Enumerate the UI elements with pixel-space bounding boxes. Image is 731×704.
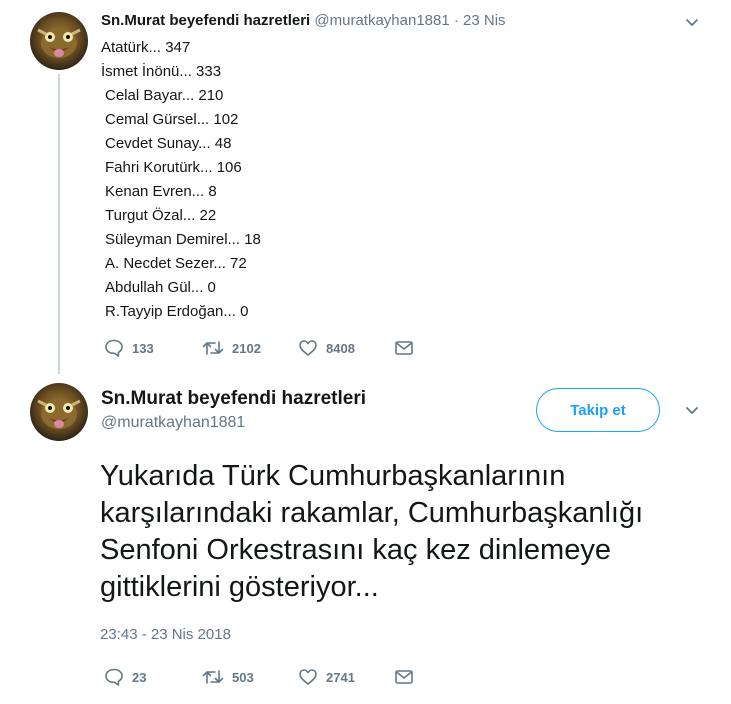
list-item: Atatürk... 347 xyxy=(101,39,191,56)
like-count: 2741 xyxy=(326,669,355,685)
avatar[interactable] xyxy=(30,12,88,70)
envelope-icon xyxy=(395,670,413,684)
list-item: Turgut Özal... 22 xyxy=(105,207,217,224)
tweet1-header: Sn.Murat beyefendi hazretleri @muratkayh… xyxy=(101,12,506,29)
tweet1-author-name[interactable]: Sn.Murat beyefendi hazretleri xyxy=(101,12,310,29)
retweet-button[interactable]: 2102 xyxy=(202,338,298,358)
tweet1-text: Atatürk... 347 İsmet İnönü... 333 Celal … xyxy=(101,36,261,324)
list-item: A. Necdet Sezer... 72 xyxy=(105,255,247,272)
tweet2-author-handle[interactable]: @muratkayhan1881 xyxy=(101,414,245,432)
retweet-button[interactable]: 503 xyxy=(202,667,298,687)
avatar[interactable] xyxy=(30,383,88,441)
tweet2-timestamp[interactable]: 23:43 - 23 Nis 2018 xyxy=(100,626,231,643)
tweet2-text: Yukarıda Türk Cumhurbaşkanlarının karşıl… xyxy=(100,460,644,603)
list-item: Süleyman Demirel... 18 xyxy=(105,231,261,248)
retweet-count: 503 xyxy=(232,669,254,685)
thread-line xyxy=(58,74,60,374)
reply-count: 133 xyxy=(132,340,154,356)
list-item: R.Tayyip Erdoğan... 0 xyxy=(105,303,249,320)
heart-icon xyxy=(299,669,317,685)
envelope-icon xyxy=(395,341,413,355)
direct-message-button[interactable] xyxy=(394,667,414,687)
list-item: Cemal Gürsel... 102 xyxy=(105,111,239,128)
reply-count: 23 xyxy=(132,669,147,685)
list-item: Abdullah Gül... 0 xyxy=(105,279,216,296)
list-item: Fahri Korutürk... 106 xyxy=(105,159,242,176)
chevron-down-icon[interactable] xyxy=(684,402,700,422)
like-count: 8408 xyxy=(326,340,355,356)
tweet1-meta[interactable]: @muratkayhan1881 · 23 Nis xyxy=(314,12,505,29)
reply-button[interactable]: 23 xyxy=(104,667,202,687)
list-item: Celal Bayar... 210 xyxy=(105,87,224,104)
heart-icon xyxy=(299,340,317,356)
reply-button[interactable]: 133 xyxy=(104,338,202,358)
retweet-count: 2102 xyxy=(232,340,261,356)
chevron-down-icon[interactable] xyxy=(684,14,700,34)
like-button[interactable]: 8408 xyxy=(298,338,394,358)
list-item: Kenan Evren... 8 xyxy=(105,183,217,200)
retweet-icon xyxy=(202,341,224,355)
tweet2-actions: 23 503 2741 xyxy=(104,667,414,687)
tweet1-actions: 133 2102 8408 xyxy=(104,338,414,358)
tweet2-author-name[interactable]: Sn.Murat beyefendi hazretleri xyxy=(101,388,366,410)
follow-button[interactable]: Takip et xyxy=(536,388,660,432)
reply-icon xyxy=(105,668,123,686)
avatar-image xyxy=(37,28,81,58)
like-button[interactable]: 2741 xyxy=(298,667,394,687)
avatar-image xyxy=(37,399,81,429)
list-item: İsmet İnönü... 333 xyxy=(101,63,222,80)
list-item: Cevdet Sunay... 48 xyxy=(105,135,232,152)
retweet-icon xyxy=(202,670,224,684)
reply-icon xyxy=(105,339,123,357)
direct-message-button[interactable] xyxy=(394,338,414,358)
